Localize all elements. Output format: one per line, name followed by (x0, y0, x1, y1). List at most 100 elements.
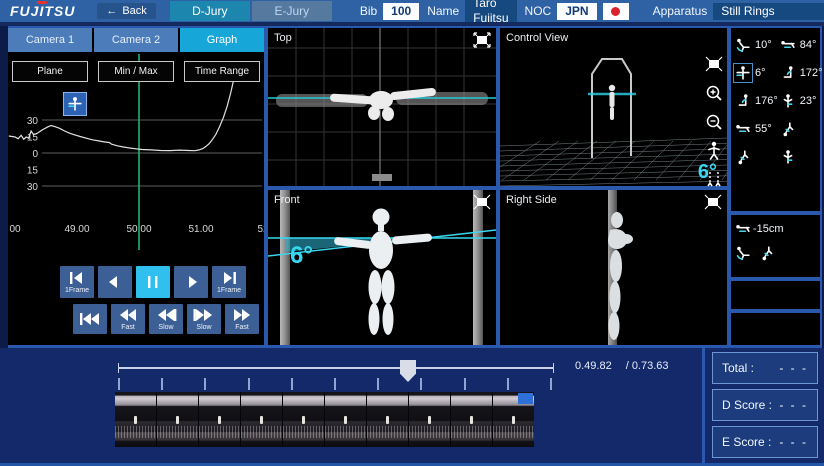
angle-measurement-item[interactable] (733, 145, 778, 169)
svg-text:30: 30 (27, 116, 39, 127)
deduction-item[interactable] (757, 243, 781, 263)
tab-camera-1[interactable]: Camera 1 (8, 28, 92, 52)
svg-text:0: 0 (32, 149, 38, 160)
angle-value: 176° (755, 95, 778, 107)
tool-plane[interactable]: Plane (12, 61, 88, 82)
video-thumbnail[interactable] (283, 392, 324, 447)
right-side-view-panel: Right Side (500, 190, 727, 345)
tab-camera-2[interactable]: Camera 2 (94, 28, 178, 52)
timeline-tick (464, 378, 466, 390)
jury-tab-ejury[interactable]: E-Jury (252, 1, 332, 21)
timeline-tick (420, 378, 422, 390)
playback-button-label: 1Frame (65, 287, 89, 295)
step-forward-button[interactable]: 1Frame (212, 266, 246, 298)
pose-icon (733, 243, 753, 263)
rewind-slow-icon (154, 307, 178, 323)
angle-value: 10° (755, 39, 772, 51)
angle-measurement-item[interactable]: 55° (733, 117, 778, 141)
video-thumbnail[interactable] (157, 392, 198, 447)
empty-measurement-panel (731, 313, 820, 345)
zoom-out-icon[interactable] (704, 112, 724, 132)
pause-icon (141, 274, 165, 290)
play-button[interactable] (174, 266, 208, 298)
camera-graph-tabs: Camera 1Camera 2Graph (8, 28, 264, 52)
tool-min-max[interactable]: Min / Max (98, 61, 174, 82)
rewind-fast-button[interactable]: Fast (111, 304, 145, 334)
angle-measurement-item[interactable] (778, 117, 823, 141)
step-back-icon (65, 270, 89, 286)
step-back-button[interactable]: 1Frame (60, 266, 94, 298)
score-box-dscore: D Score :- - - (712, 389, 818, 421)
cross-pose-icon[interactable] (63, 92, 87, 116)
playback-button-label: 1Frame (217, 287, 241, 295)
angle-measurement-item[interactable]: 176° (733, 89, 778, 113)
total-time: / 0.73.63 (626, 360, 669, 372)
timeline-tick (161, 378, 163, 390)
expand-icon[interactable] (704, 194, 722, 210)
graph-tools: Plane Min / Max Time Range (12, 61, 260, 82)
video-thumbnail[interactable] (367, 392, 408, 447)
angle-measurement-item[interactable]: 10° (733, 33, 778, 57)
pose-icon (778, 91, 798, 111)
forward-slow-icon (192, 307, 216, 323)
timeline-tick (204, 378, 206, 390)
right-side-view-canvas (500, 190, 727, 345)
angle-measurement-item[interactable]: 23° (778, 89, 823, 113)
pose-icon (778, 63, 798, 83)
score-label: D Score : (722, 398, 772, 412)
figure-icon[interactable] (704, 141, 724, 161)
jury-tab-djury[interactable]: D-Jury (170, 1, 250, 21)
panel-title: Front (274, 194, 300, 206)
top-view-panel: Top (268, 28, 496, 186)
pose-icon (733, 35, 753, 55)
video-thumbnail[interactable] (199, 392, 240, 447)
tab-graph[interactable]: Graph (180, 28, 264, 52)
jump-start-button[interactable] (73, 304, 107, 334)
field-apparatus: ApparatusStill Rings (653, 3, 824, 20)
angle-measurement-item[interactable]: 84° (778, 33, 823, 57)
control-view-panel: Control View 6° (500, 28, 727, 186)
play-back-button[interactable] (98, 266, 132, 298)
panel-title: Control View (506, 32, 568, 44)
expand-icon[interactable] (704, 54, 724, 74)
video-thumbnail[interactable] (493, 392, 534, 447)
rewind-fast-icon (116, 307, 140, 323)
tool-time-range[interactable]: Time Range (184, 61, 260, 82)
deduction-item[interactable] (733, 243, 757, 263)
playback-controls-primary: 1Frame 1Frame (60, 266, 246, 298)
angle-measurement-item[interactable]: 172° (778, 61, 823, 85)
rewind-slow-button[interactable]: Slow (149, 304, 183, 334)
timeline-tick (507, 378, 509, 390)
angle-value: 55° (755, 123, 772, 135)
angle-value: 172° (800, 67, 823, 79)
control-angle-value: 6° (698, 161, 717, 184)
video-thumbnail[interactable] (115, 392, 156, 447)
jury-tabs: D-JuryE-Jury (170, 1, 332, 21)
angle-measurements-panel: 10° 84°6° 172° 176°23° 55° (731, 28, 820, 211)
video-thumbnail[interactable] (409, 392, 450, 447)
current-time: 0.49.82 (575, 360, 612, 372)
expand-icon[interactable] (473, 32, 491, 48)
angle-measurement-item[interactable] (778, 145, 823, 169)
back-button[interactable]: ← Back (97, 3, 155, 19)
zoom-in-icon[interactable] (704, 83, 724, 103)
video-thumbnail[interactable] (325, 392, 366, 447)
pause-button[interactable] (136, 266, 170, 298)
forward-fast-button[interactable]: Fast (225, 304, 259, 334)
svg-text:30: 30 (27, 182, 39, 193)
video-thumbnail[interactable] (451, 392, 492, 447)
fujitsu-logo: FUJITSU (10, 3, 75, 19)
angle-measurement-item[interactable]: 6° (733, 61, 778, 85)
front-view-panel: Front 6° (268, 190, 496, 345)
step-forward-icon (217, 270, 241, 286)
timeline-track[interactable] (118, 367, 554, 369)
deduction-value: -15cm (753, 223, 784, 235)
control-view-canvas (500, 28, 727, 186)
timeline-tick (248, 378, 250, 390)
deduction-item[interactable]: -15cm (733, 219, 795, 239)
bottom-divider (702, 348, 705, 463)
forward-slow-button[interactable]: Slow (187, 304, 221, 334)
video-thumbnail[interactable] (241, 392, 282, 447)
djury-app: FUJITSU ← Back D-JuryE-Jury Bib100NameTa… (0, 0, 824, 466)
expand-icon[interactable] (473, 194, 491, 210)
